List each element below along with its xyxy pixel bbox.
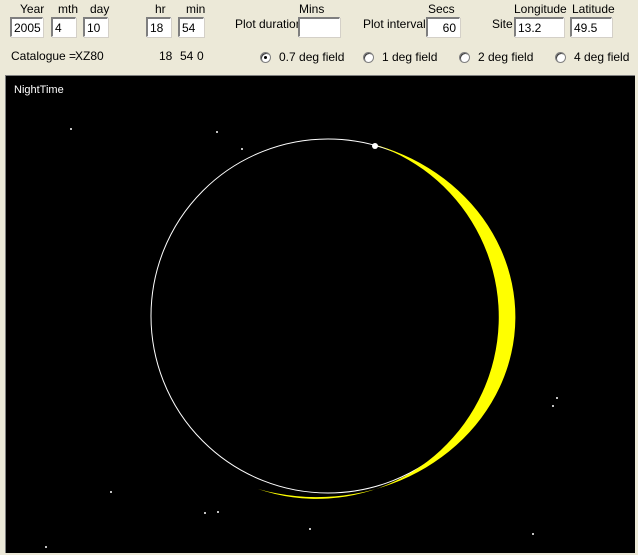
star-marker [532, 533, 534, 535]
minute-label: min [186, 2, 206, 16]
star-marker [45, 546, 47, 548]
plot-duration-label: Plot duration [235, 17, 303, 31]
plot-interval-unit-label: Secs [428, 2, 455, 16]
day-label: day [90, 2, 110, 16]
hour-label: hr [155, 2, 166, 16]
minute-input[interactable]: 54 [178, 17, 204, 37]
sky-plot[interactable]: NightTime [5, 75, 635, 553]
field-option-label: 2 deg field [478, 50, 534, 64]
star-marker [241, 148, 243, 150]
day-input[interactable]: 10 [83, 17, 108, 37]
star-marker [217, 511, 219, 513]
star-marker [216, 131, 218, 133]
star-marker [110, 491, 112, 493]
month-input[interactable]: 4 [51, 17, 76, 37]
plot-duration-input[interactable] [298, 17, 340, 37]
bright-star-marker [372, 143, 378, 149]
readout-minute: 54 [180, 49, 194, 63]
year-input[interactable]: 2005 [10, 17, 43, 37]
hour-input[interactable]: 18 [146, 17, 171, 37]
sky-canvas [45, 128, 558, 548]
longitude-input[interactable]: 13.2 [514, 17, 564, 37]
radio-unselected-icon [555, 51, 566, 63]
moon-crescent [258, 145, 516, 499]
catalogue-value: XZ80 [75, 49, 104, 63]
star-marker [204, 512, 206, 514]
star-marker [309, 528, 311, 530]
field-option-2-deg[interactable]: 2 deg field [459, 49, 533, 65]
radio-selected-icon [260, 51, 271, 63]
longitude-label: Longitude [514, 2, 567, 16]
field-option-label: 4 deg field [574, 50, 630, 64]
readout-hour: 18 [159, 49, 173, 63]
readout-second: 0 [197, 49, 204, 63]
app-window: Year mth day 2005 4 10 hr min 18 54 Mins… [0, 0, 638, 555]
radio-unselected-icon [459, 51, 470, 63]
field-option-label: 0.7 deg field [279, 50, 345, 64]
field-option-label: 1 deg field [382, 50, 438, 64]
star-marker [70, 128, 72, 130]
field-option-4-deg[interactable]: 4 deg field [555, 49, 629, 65]
site-label: Site [492, 17, 513, 31]
plot-interval-label: Plot interval [363, 17, 426, 31]
star-marker [556, 397, 558, 399]
plot-interval-input[interactable]: 60 [426, 17, 460, 37]
latitude-input[interactable]: 49.5 [570, 17, 612, 37]
star-marker [552, 405, 554, 407]
field-option-1-deg[interactable]: 1 deg field [363, 49, 437, 65]
catalogue-label: Catalogue = [11, 49, 77, 63]
field-option-0-7-deg[interactable]: 0.7 deg field [260, 49, 344, 65]
radio-unselected-icon [363, 51, 374, 63]
month-label: mth [58, 2, 79, 16]
year-label: Year [20, 2, 45, 16]
latitude-label: Latitude [572, 2, 615, 16]
plot-duration-unit-label: Mins [299, 2, 325, 16]
